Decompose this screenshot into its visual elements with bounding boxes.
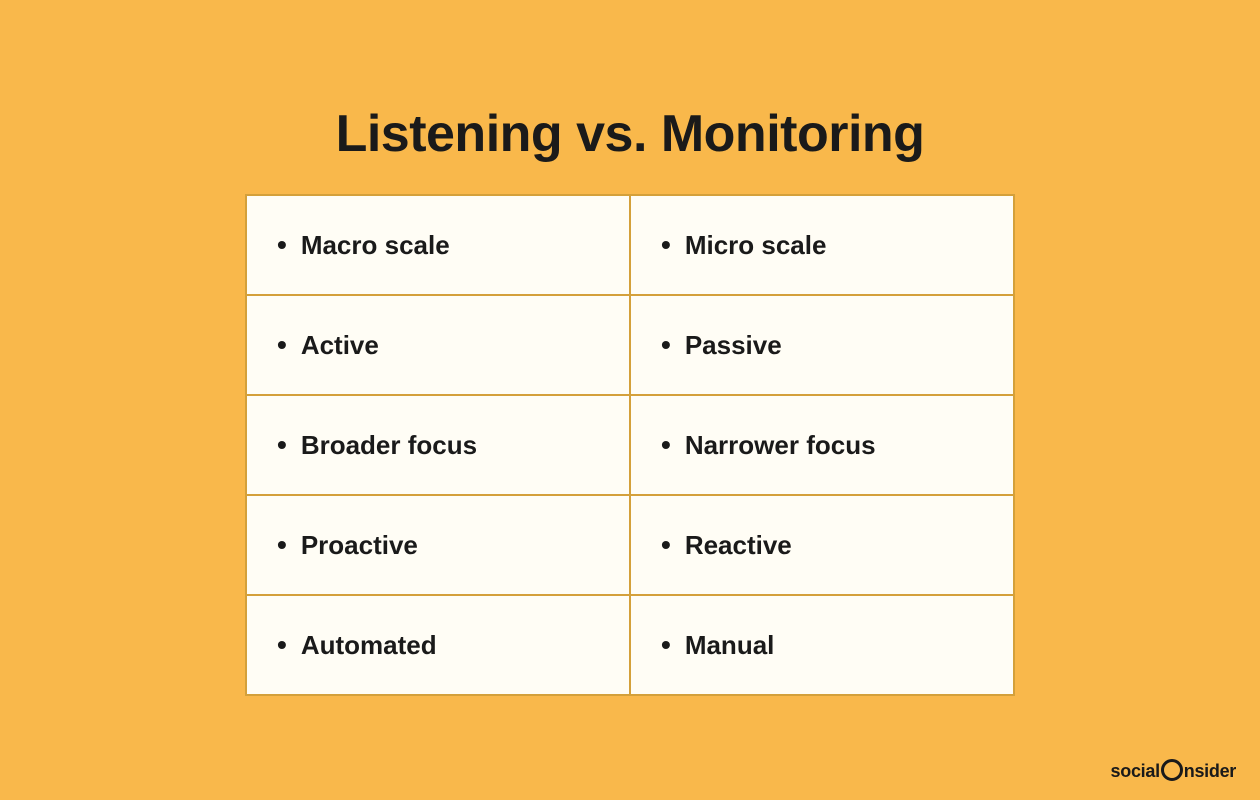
cell-right-3: Reactive [630, 495, 1014, 595]
brand-name-before: social [1111, 761, 1160, 782]
cell-right-1: Passive [630, 295, 1014, 395]
brand-logo: social nsider [1111, 760, 1236, 782]
page-title: Listening vs. Monitoring [336, 104, 925, 164]
cell-left-1: Active [246, 295, 630, 395]
cell-right-0: Micro scale [630, 195, 1014, 295]
cell-left-text-0: Macro scale [277, 229, 450, 261]
cell-right-text-3: Reactive [661, 529, 792, 561]
table-row: Active Passive [246, 295, 1014, 395]
cell-left-2: Broader focus [246, 395, 630, 495]
cell-right-text-2: Narrower focus [661, 429, 876, 461]
cell-right-text-0: Micro scale [661, 229, 826, 261]
cell-left-text-4: Automated [277, 629, 437, 661]
table-row: Macro scale Micro scale [246, 195, 1014, 295]
cell-left-0: Macro scale [246, 195, 630, 295]
cell-left-4: Automated [246, 595, 630, 695]
cell-right-text-1: Passive [661, 329, 782, 361]
cell-right-text-4: Manual [661, 629, 774, 661]
cell-left-text-3: Proactive [277, 529, 418, 561]
cell-right-2: Narrower focus [630, 395, 1014, 495]
table-row: Proactive Reactive [246, 495, 1014, 595]
cell-left-3: Proactive [246, 495, 630, 595]
comparison-table: Macro scale Micro scale Active Passive Broad… [245, 194, 1015, 696]
cell-left-text-2: Broader focus [277, 429, 477, 461]
cell-right-4: Manual [630, 595, 1014, 695]
brand-name-after: nsider [1184, 761, 1236, 782]
table-row: Broader focus Narrower focus [246, 395, 1014, 495]
table-row: Automated Manual [246, 595, 1014, 695]
cell-left-text-1: Active [277, 329, 379, 361]
brand-dot-icon [1161, 759, 1183, 781]
